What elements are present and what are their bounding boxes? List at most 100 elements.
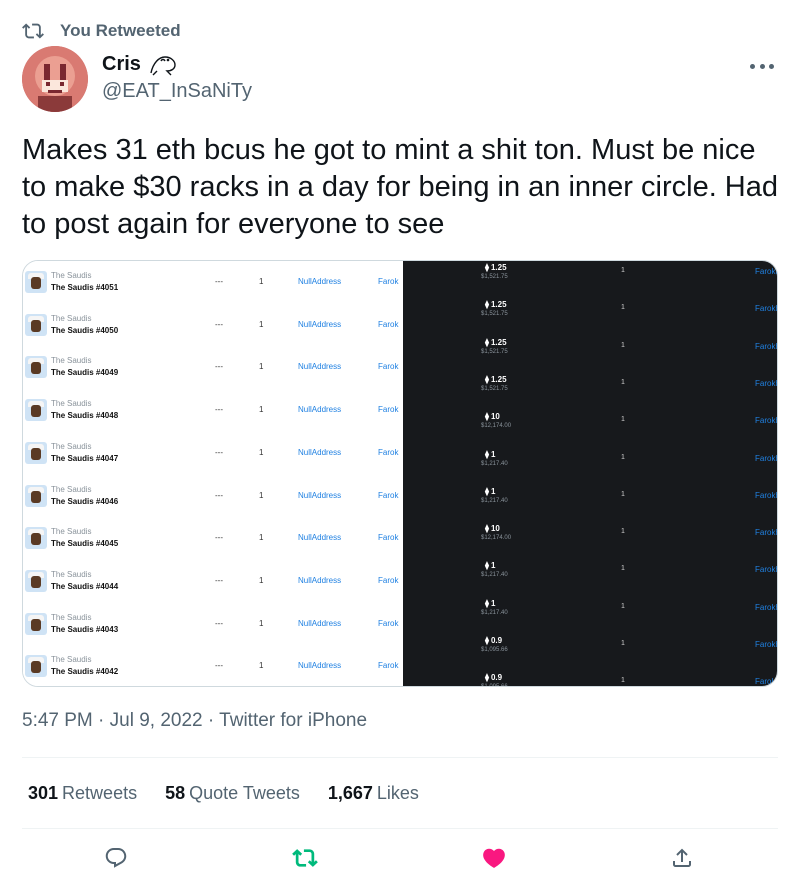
price-cell: --- bbox=[215, 575, 223, 585]
eth-price: ⧫ 1.25 bbox=[485, 374, 507, 384]
collection-name: The Saudis bbox=[51, 484, 92, 494]
nft-thumbnail bbox=[25, 612, 47, 635]
eth-icon: ⧫ bbox=[485, 412, 489, 422]
item-name: The Saudis #4044 bbox=[51, 581, 119, 591]
like-icon[interactable] bbox=[480, 844, 508, 872]
from-address: NullAddress bbox=[298, 362, 342, 372]
frog-icon bbox=[147, 51, 179, 77]
eth-price: ⧫ 0.9 bbox=[485, 673, 503, 683]
tweet-date[interactable]: Jul 9, 2022 bbox=[110, 710, 203, 731]
quantity-cell: 1 bbox=[259, 447, 264, 457]
collection-name: The Saudis bbox=[51, 399, 92, 409]
sale-quantity: 1 bbox=[621, 341, 625, 349]
sale-to-address: Farokh bbox=[755, 378, 778, 388]
price-cell: --- bbox=[215, 618, 223, 628]
collection-name: The Saudis bbox=[51, 313, 92, 323]
eth-icon: ⧫ bbox=[485, 524, 489, 534]
quantity-cell: 1 bbox=[259, 362, 264, 372]
eth-price: ⧫ 1 bbox=[485, 561, 496, 571]
to-address: Farok bbox=[378, 661, 399, 671]
item-name: The Saudis #4043 bbox=[51, 624, 119, 634]
author-name[interactable]: Cris bbox=[102, 53, 141, 76]
collection-name: The Saudis bbox=[51, 527, 92, 537]
usd-price: $12,174.00 bbox=[481, 535, 512, 542]
activity-row: The Saudis The Saudis #4047 --- 1 NullAddres… bbox=[23, 432, 403, 475]
quantity-cell: 1 bbox=[259, 533, 264, 543]
sale-to-address: Farokh bbox=[755, 565, 778, 575]
nft-thumbnail bbox=[25, 569, 47, 592]
eth-icon: ⧫ bbox=[485, 300, 489, 310]
sale-quantity: 1 bbox=[621, 378, 625, 386]
eth-icon: ⧫ bbox=[485, 263, 489, 272]
to-address: Farok bbox=[378, 405, 399, 415]
share-icon[interactable] bbox=[668, 844, 696, 872]
nft-thumbnail bbox=[25, 655, 47, 678]
nft-thumbnail bbox=[25, 271, 47, 293]
activity-row: The Saudis The Saudis #4045 --- 1 NullAddres… bbox=[23, 517, 403, 560]
to-address: Farok bbox=[378, 490, 399, 500]
sale-quantity: 1 bbox=[621, 416, 625, 424]
eth-icon: ⧫ bbox=[485, 636, 489, 645]
item-name: The Saudis #4050 bbox=[51, 325, 119, 335]
sale-row: ⧫ 1 $1,217.40 1 Farokh bbox=[403, 597, 777, 634]
eth-price: ⧫ 1 bbox=[485, 449, 496, 459]
price-cell: --- bbox=[215, 277, 223, 286]
sale-quantity: 1 bbox=[621, 453, 625, 461]
quantity-cell: 1 bbox=[259, 277, 264, 286]
quote-tweets-stat[interactable]: 58 Quote Tweets bbox=[165, 783, 300, 804]
nft-thumbnail bbox=[25, 399, 47, 422]
usd-price: $1,521.75 bbox=[481, 311, 508, 318]
reply-icon[interactable] bbox=[102, 844, 130, 872]
tweet-time[interactable]: 5:47 PM bbox=[22, 710, 93, 731]
activity-row: The Saudis The Saudis #4043 --- 1 NullAddres… bbox=[23, 603, 403, 646]
collection-name: The Saudis bbox=[51, 271, 92, 280]
usd-price: $1,095.66 bbox=[481, 647, 508, 653]
sale-quantity: 1 bbox=[621, 565, 625, 573]
price-cell: --- bbox=[215, 362, 223, 372]
divider bbox=[22, 757, 778, 758]
sale-to-address: Farokh bbox=[755, 490, 778, 500]
sale-row: ⧫0.9$1,095.66 1 Farokh bbox=[403, 671, 777, 686]
eth-icon: ⧫ bbox=[485, 337, 489, 347]
quantity-cell: 1 bbox=[259, 490, 264, 500]
sale-quantity: 1 bbox=[621, 267, 625, 274]
retweets-stat[interactable]: 301 Retweets bbox=[28, 783, 137, 804]
price-cell: --- bbox=[215, 661, 223, 671]
eth-icon: ⧫ bbox=[485, 374, 489, 384]
eth-price: ⧫ 1.25 bbox=[485, 300, 507, 310]
from-address: NullAddress bbox=[298, 447, 342, 457]
collection-name: The Saudis bbox=[51, 441, 92, 451]
sale-row: ⧫ 1.25 $1,521.75 1 Farokh bbox=[403, 261, 777, 298]
nft-thumbnail bbox=[25, 356, 47, 379]
quantity-cell: 1 bbox=[259, 575, 264, 585]
activity-row: The Saudis The Saudis #4048 --- 1 NullAddres… bbox=[23, 389, 403, 432]
tweet-media-image[interactable]: The Saudis The Saudis #4051 --- 1 NullAddres… bbox=[22, 260, 778, 687]
activity-row: The Saudis The Saudis #4044 --- 1 NullAddres… bbox=[23, 560, 403, 603]
sale-row: ⧫ 10 $12,174.00 1 Farokh bbox=[403, 522, 778, 559]
avatar[interactable] bbox=[22, 46, 88, 112]
eth-icon: ⧫ bbox=[485, 561, 489, 571]
sale-to-address: Farokh bbox=[755, 528, 778, 538]
usd-price: $1,521.75 bbox=[481, 274, 508, 280]
retweet-banner-label: You Retweeted bbox=[60, 21, 181, 40]
activity-row: The Saudis The Saudis #4042 --- 1 NullAddres… bbox=[23, 645, 403, 686]
tweet-header: Cris @EAT_InSaNiTy bbox=[22, 46, 780, 112]
more-options-icon[interactable] bbox=[750, 60, 774, 72]
sale-row: ⧫ 1 $1,217.40 1 Farokh bbox=[403, 448, 777, 485]
retweet-icon[interactable] bbox=[291, 844, 319, 872]
item-name: The Saudis #4051 bbox=[51, 283, 119, 292]
nft-thumbnail bbox=[25, 484, 47, 507]
price-cell: --- bbox=[215, 533, 223, 543]
usd-price: $1,217.40 bbox=[481, 497, 508, 504]
sale-to-address: Farokh bbox=[755, 341, 778, 351]
eth-price: ⧫ 0.9 bbox=[485, 636, 503, 645]
likes-stat[interactable]: 1,667 Likes bbox=[328, 783, 419, 804]
tweet-stats: 301 Retweets 58 Quote Tweets 1,667 Likes bbox=[28, 783, 447, 804]
tweet-source[interactable]: Twitter for iPhone bbox=[219, 710, 367, 731]
from-address: NullAddress bbox=[298, 277, 342, 286]
nft-thumbnail bbox=[25, 441, 47, 464]
sale-row: ⧫ 1 $1,217.40 1 Farokh bbox=[403, 559, 778, 596]
sale-row: ⧫ 1 $1,217.40 1 Farokh bbox=[403, 485, 778, 522]
author-handle[interactable]: @EAT_InSaNiTy bbox=[102, 80, 252, 103]
from-address: NullAddress bbox=[298, 319, 342, 329]
